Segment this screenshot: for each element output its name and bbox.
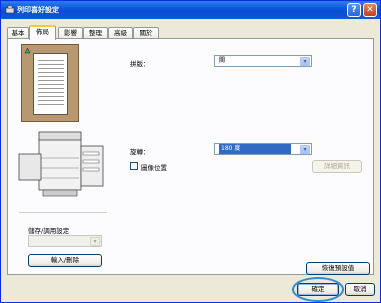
printer-icon bbox=[5, 5, 15, 14]
ok-highlight-ring bbox=[292, 277, 344, 302]
title-bar[interactable]: 列印喜好設定 ? ✕ bbox=[1, 1, 380, 19]
details-button[interactable]: 詳細資訊 bbox=[312, 160, 362, 173]
chevron-down-icon[interactable]: ▾ bbox=[90, 237, 100, 246]
image-position-label: 圖像位置 bbox=[141, 164, 167, 172]
pages-per-sheet-value: 關 bbox=[219, 57, 226, 64]
preview-marker-icon bbox=[24, 47, 31, 54]
close-icon: ✕ bbox=[366, 5, 374, 15]
saved-settings-select[interactable]: ▾ bbox=[28, 235, 102, 247]
rotate-value: 180 度 bbox=[219, 144, 291, 154]
printer-device-icon bbox=[18, 131, 104, 197]
chevron-down-icon[interactable]: ▾ bbox=[300, 145, 310, 154]
pages-per-sheet-label: 拼版： bbox=[130, 60, 150, 68]
page-preview bbox=[21, 44, 79, 122]
help-icon: ? bbox=[351, 5, 357, 15]
rotate-select[interactable]: 180 度 ▾ bbox=[214, 143, 312, 155]
preview-paper bbox=[33, 53, 68, 115]
cancel-button[interactable]: 取消 bbox=[345, 283, 375, 296]
pages-per-sheet-select[interactable]: 關 ▾ bbox=[214, 55, 312, 67]
input-delete-button[interactable]: 輸入/刪除 bbox=[28, 254, 102, 267]
tab-layout[interactable]: 佈局 bbox=[29, 25, 56, 40]
image-position-checkbox[interactable] bbox=[130, 162, 138, 170]
rotate-label: 旋轉： bbox=[130, 148, 150, 156]
chevron-down-icon[interactable]: ▾ bbox=[300, 57, 310, 66]
window-title: 列印喜好設定 bbox=[17, 6, 59, 14]
help-button[interactable]: ? bbox=[347, 3, 361, 17]
restore-defaults-button[interactable]: 恢復預設值 bbox=[306, 262, 370, 275]
saved-settings-label: 儲存/調用設定 bbox=[28, 227, 70, 235]
print-preferences-dialog: 列印喜好設定 ? ✕ 基本 佈局 影響 整理 高級 關於 拼版： 關 ▾ 旋轉：… bbox=[0, 0, 381, 303]
divider bbox=[19, 212, 107, 213]
close-button[interactable]: ✕ bbox=[363, 3, 377, 17]
